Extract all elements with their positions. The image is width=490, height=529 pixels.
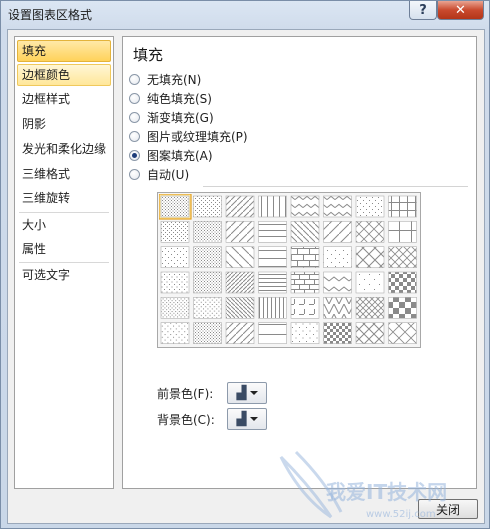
pattern-swatch[interactable] xyxy=(193,271,222,294)
background-color-picker[interactable]: ▟ xyxy=(227,408,267,430)
pattern-swatch[interactable] xyxy=(160,322,190,344)
pattern-swatch[interactable] xyxy=(388,322,417,344)
pattern-swatch[interactable] xyxy=(388,221,417,243)
pattern-swatch[interactable] xyxy=(290,221,320,243)
fill-panel: 填充 无填充(N) 纯色填充(S) 渐变填充(G) 图片或纹理填充(P) 图案填… xyxy=(122,36,477,489)
pattern-swatch[interactable] xyxy=(355,271,385,294)
panel-title: 填充 xyxy=(133,46,164,64)
sidebar-item-border-style[interactable]: 边框样式 xyxy=(17,88,111,110)
pattern-swatch[interactable] xyxy=(225,322,255,344)
background-color-row: 背景色(C): ▟ xyxy=(157,408,267,430)
help-button[interactable]: ? xyxy=(409,1,437,20)
pattern-swatch[interactable] xyxy=(355,297,385,319)
pattern-swatch[interactable] xyxy=(323,221,352,243)
pattern-swatch[interactable] xyxy=(258,221,287,243)
close-window-button[interactable]: ✕ xyxy=(437,1,484,20)
pattern-swatch[interactable] xyxy=(193,246,222,268)
pattern-swatch[interactable] xyxy=(290,322,320,344)
pattern-swatch[interactable] xyxy=(258,195,287,218)
sidebar-item-shadow[interactable]: 阴影 xyxy=(17,113,111,135)
sidebar-divider xyxy=(19,212,109,213)
pattern-swatch[interactable] xyxy=(258,297,287,319)
pattern-swatch[interactable] xyxy=(160,271,190,294)
dialog-body: 填充 边框颜色 边框样式 阴影 发光和柔化边缘 三维格式 三维旋转 大小 属性 … xyxy=(7,29,485,524)
category-sidebar: 填充 边框颜色 边框样式 阴影 发光和柔化边缘 三维格式 三维旋转 大小 属性 … xyxy=(14,36,114,489)
pattern-swatch[interactable] xyxy=(225,221,255,243)
foreground-color-row: 前景色(F): ▟ xyxy=(157,382,267,404)
background-color-label: 背景色(C): xyxy=(157,412,215,427)
sidebar-item-3d-format[interactable]: 三维格式 xyxy=(17,163,111,185)
pattern-swatch[interactable] xyxy=(225,195,255,218)
pattern-swatch[interactable] xyxy=(323,246,352,268)
pattern-swatch[interactable] xyxy=(388,271,417,294)
pattern-swatch[interactable] xyxy=(355,246,385,268)
radio-pattern-fill[interactable] xyxy=(129,149,140,161)
title-bar[interactable]: 设置图表区格式 ? ✕ xyxy=(1,1,489,27)
option-gradient-fill[interactable]: 渐变填充(G) xyxy=(129,108,214,126)
pattern-swatch[interactable] xyxy=(290,271,320,294)
pattern-swatch[interactable] xyxy=(193,195,222,218)
pattern-swatch[interactable] xyxy=(160,221,190,243)
paint-bucket-icon: ▟ xyxy=(236,385,247,401)
option-picture-texture-fill[interactable]: 图片或纹理填充(P) xyxy=(129,127,248,145)
pattern-swatch[interactable] xyxy=(225,271,255,294)
format-chart-area-dialog: 设置图表区格式 ? ✕ 填充 边框颜色 边框样式 阴影 发光和柔化边缘 三维格式… xyxy=(0,0,490,529)
pattern-gallery xyxy=(157,192,421,348)
sidebar-item-border-color[interactable]: 边框颜色 xyxy=(17,64,111,86)
pattern-swatch[interactable] xyxy=(160,195,190,218)
pattern-swatch[interactable] xyxy=(290,246,320,268)
radio-gradient-fill[interactable] xyxy=(129,111,140,123)
radio-picture-texture-fill[interactable] xyxy=(129,130,140,142)
sidebar-item-fill[interactable]: 填充 xyxy=(17,40,111,62)
pattern-swatch[interactable] xyxy=(193,322,222,344)
sidebar-divider xyxy=(19,262,109,263)
pattern-swatch[interactable] xyxy=(258,246,287,268)
pattern-swatch[interactable] xyxy=(193,221,222,243)
option-no-fill[interactable]: 无填充(N) xyxy=(129,70,201,88)
pattern-swatch[interactable] xyxy=(388,246,417,268)
options-divider xyxy=(203,186,468,187)
pattern-swatch[interactable] xyxy=(258,322,287,344)
sidebar-item-3d-rotation[interactable]: 三维旋转 xyxy=(17,187,111,209)
radio-automatic[interactable] xyxy=(129,168,140,180)
foreground-color-label: 前景色(F): xyxy=(157,386,214,401)
chevron-down-icon xyxy=(249,391,258,395)
pattern-swatch[interactable] xyxy=(160,246,190,268)
dialog-title: 设置图表区格式 xyxy=(8,8,93,22)
radio-no-fill[interactable] xyxy=(129,73,140,85)
close-button[interactable]: 关闭 xyxy=(418,499,478,519)
sidebar-item-properties[interactable]: 属性 xyxy=(17,238,111,260)
pattern-swatch[interactable] xyxy=(193,297,222,319)
pattern-swatch[interactable] xyxy=(225,297,255,319)
radio-solid-fill[interactable] xyxy=(129,92,140,104)
pattern-swatch[interactable] xyxy=(225,246,255,268)
pattern-swatch[interactable] xyxy=(323,195,352,218)
pattern-swatch[interactable] xyxy=(323,322,352,344)
pattern-swatch[interactable] xyxy=(290,195,320,218)
sidebar-item-size[interactable]: 大小 xyxy=(17,214,111,236)
pattern-swatches xyxy=(159,194,417,344)
pattern-swatch[interactable] xyxy=(355,195,385,218)
pattern-swatch[interactable] xyxy=(290,297,320,319)
pattern-swatch[interactable] xyxy=(355,221,385,243)
close-icon: ✕ xyxy=(455,2,466,18)
option-solid-fill[interactable]: 纯色填充(S) xyxy=(129,89,212,107)
chevron-down-icon xyxy=(249,417,258,421)
pattern-swatch[interactable] xyxy=(258,271,287,294)
paint-bucket-icon: ▟ xyxy=(236,411,247,427)
pattern-swatch[interactable] xyxy=(160,297,190,319)
option-automatic[interactable]: 自动(U) xyxy=(129,165,189,183)
foreground-color-picker[interactable]: ▟ xyxy=(227,382,267,404)
pattern-swatch[interactable] xyxy=(323,297,352,319)
pattern-swatch[interactable] xyxy=(388,195,417,218)
help-icon: ? xyxy=(419,2,427,18)
pattern-swatch[interactable] xyxy=(388,297,417,319)
option-pattern-fill[interactable]: 图案填充(A) xyxy=(129,146,213,164)
pattern-swatch[interactable] xyxy=(323,271,352,294)
sidebar-item-alt-text[interactable]: 可选文字 xyxy=(17,264,111,286)
pattern-swatch[interactable] xyxy=(355,322,385,344)
sidebar-item-glow-soft-edges[interactable]: 发光和柔化边缘 xyxy=(17,138,111,160)
